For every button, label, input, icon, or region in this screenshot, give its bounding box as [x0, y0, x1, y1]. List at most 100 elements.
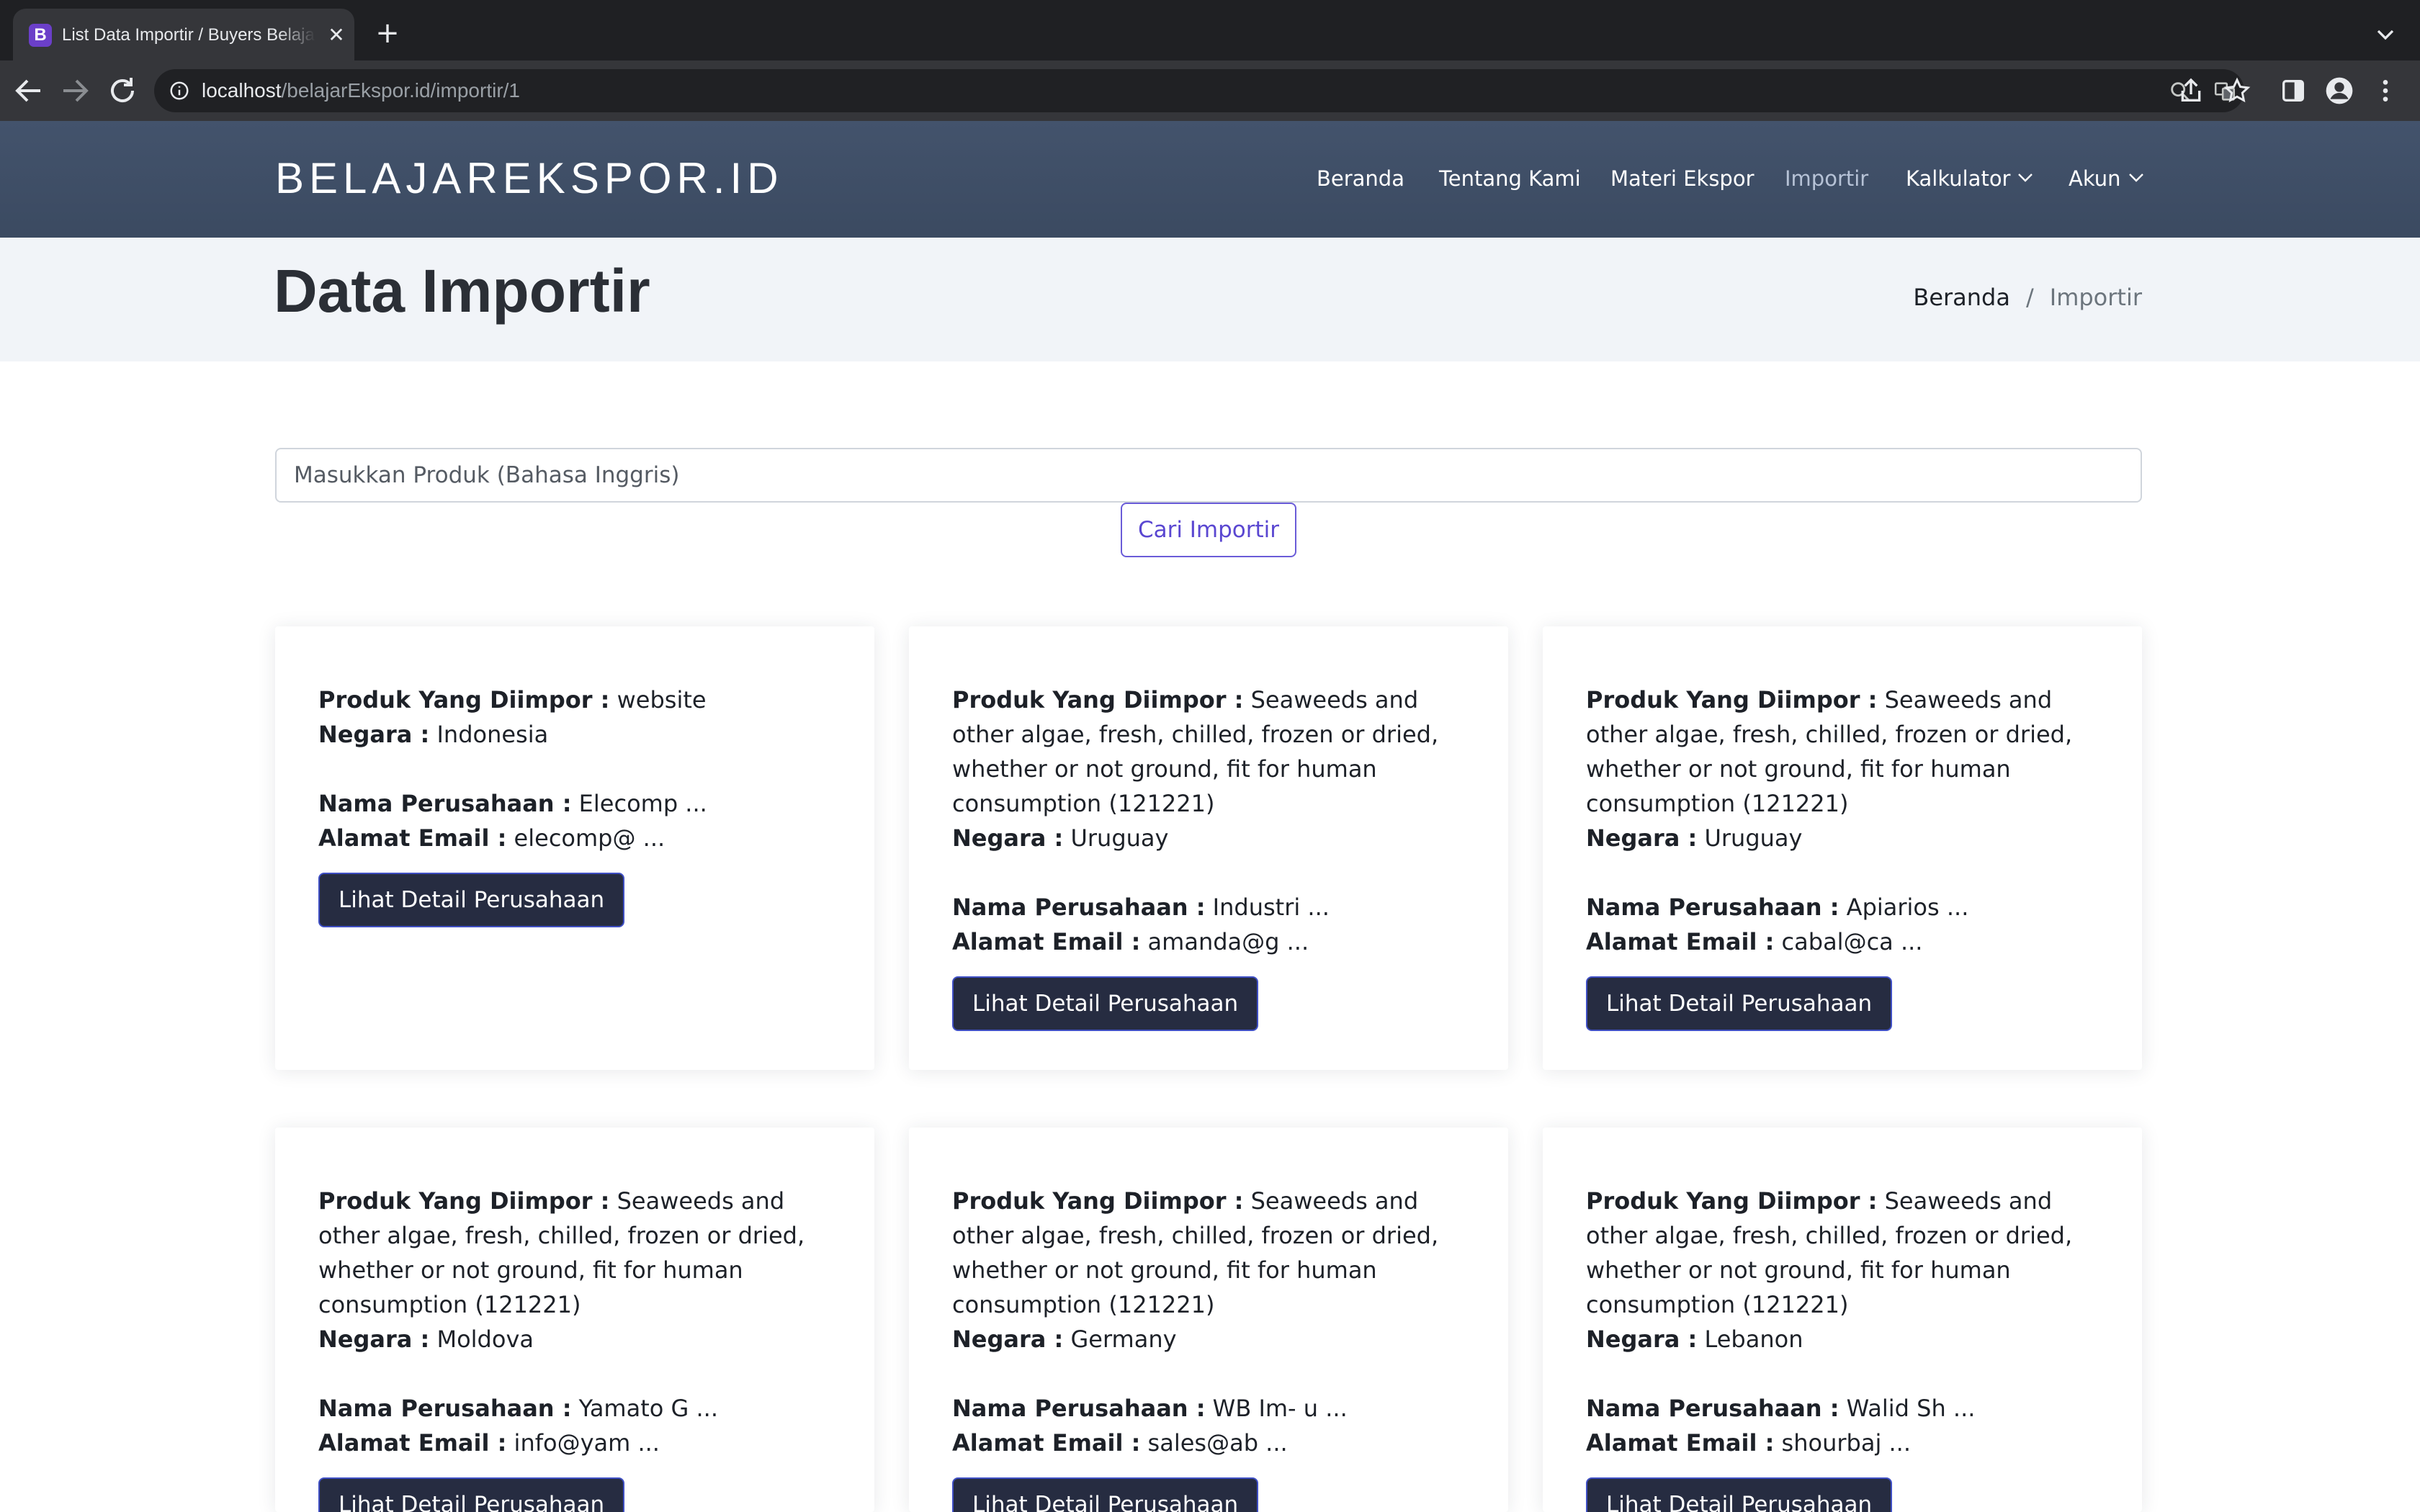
product-line: Produk Yang Diimpor : Seaweeds and other…	[952, 683, 1471, 821]
company-value: Yamato G ...	[578, 1395, 718, 1422]
company-value: Industri ...	[1212, 894, 1330, 921]
country-value: Moldova	[436, 1326, 534, 1353]
view-company-detail-button[interactable]: Lihat Detail Perusahaan	[952, 976, 1259, 1031]
country-line: Negara : Moldova	[318, 1322, 837, 1356]
country-label: Negara :	[318, 1326, 430, 1353]
browser-toolbar: localhost/belajarEkspor.id/importir/1	[0, 60, 2420, 121]
country-value: Lebanon	[1704, 1326, 1803, 1353]
site-favicon-icon: B	[29, 24, 52, 47]
company-line: Nama Perusahaan : Apiarios ...	[1586, 890, 2105, 924]
breadcrumb-separator: /	[2025, 284, 2034, 311]
browser-tab[interactable]: B List Data Importir / Buyers Belajar Ek…	[13, 9, 354, 60]
tab-close-icon[interactable]: ✕	[324, 23, 349, 48]
country-value: Germany	[1070, 1326, 1177, 1353]
country-line: Negara : Germany	[952, 1322, 1471, 1356]
country-label: Negara :	[952, 1326, 1064, 1353]
nav-dropdown-kalkulator[interactable]: Kalkulator	[1906, 164, 2033, 193]
view-company-detail-button[interactable]: Lihat Detail Perusahaan	[318, 873, 625, 927]
importer-card: Produk Yang Diimpor : website Negara : I…	[275, 626, 874, 1070]
product-label: Produk Yang Diimpor :	[1586, 686, 1878, 714]
profile-avatar-icon[interactable]	[2325, 76, 2354, 105]
country-line: Negara : Uruguay	[952, 821, 1471, 855]
product-label: Produk Yang Diimpor :	[952, 686, 1244, 714]
country-label: Negara :	[1586, 1326, 1698, 1353]
email-line: Alamat Email : cabal@ca ...	[1586, 924, 2105, 959]
address-bar[interactable]: localhost/belajarEkspor.id/importir/1	[154, 69, 2244, 112]
nav-link-importir[interactable]: Importir	[1785, 164, 1868, 193]
brand-logo-text[interactable]: BELAJAREKSPOR.ID	[275, 153, 784, 204]
product-line: Produk Yang Diimpor : Seaweeds and other…	[952, 1184, 1471, 1322]
view-company-detail-button[interactable]: Lihat Detail Perusahaan	[1586, 976, 1893, 1031]
chevron-down-icon	[2018, 174, 2033, 182]
email-line: Alamat Email : amanda@g ...	[952, 924, 1471, 959]
new-tab-icon[interactable]: +	[372, 17, 403, 49]
product-line: Produk Yang Diimpor : Seaweeds and other…	[1586, 683, 2105, 821]
tab-search-chevron-icon[interactable]	[2371, 20, 2400, 49]
company-label: Nama Perusahaan :	[318, 790, 572, 817]
email-line: Alamat Email : info@yam ...	[318, 1426, 837, 1460]
company-label: Nama Perusahaan :	[1586, 1395, 1839, 1422]
email-label: Alamat Email :	[318, 1429, 507, 1457]
email-line: Alamat Email : shourbaj ...	[1586, 1426, 2105, 1460]
nav-dropdown-akun[interactable]: Akun	[2069, 164, 2144, 193]
back-arrow-icon[interactable]	[12, 73, 46, 108]
product-line: Produk Yang Diimpor : website	[318, 683, 837, 717]
country-line: Negara : Uruguay	[1586, 821, 2105, 855]
company-value: Walid Sh ...	[1846, 1395, 1976, 1422]
forward-arrow-icon[interactable]	[58, 73, 92, 108]
nav-link-tentang-kami[interactable]: Tentang Kami	[1439, 164, 1581, 193]
country-line: Negara : Indonesia	[318, 717, 837, 752]
nav-link-materi-ekspor[interactable]: Materi Ekspor	[1610, 164, 1754, 193]
view-company-detail-button[interactable]: Lihat Detail Perusahaan	[1586, 1477, 1893, 1512]
country-line: Negara : Lebanon	[1586, 1322, 2105, 1356]
company-value: WB Im- u ...	[1212, 1395, 1348, 1422]
country-value: Indonesia	[436, 721, 549, 748]
nav-dropdown-akun-label: Akun	[2069, 166, 2121, 191]
importer-card: Produk Yang Diimpor : Seaweeds and other…	[275, 1128, 874, 1512]
breadcrumb-link-beranda[interactable]: Beranda	[1913, 284, 2010, 311]
view-company-detail-button[interactable]: Lihat Detail Perusahaan	[318, 1477, 625, 1512]
site-info-icon[interactable]	[169, 80, 190, 102]
browser-tab-strip: B List Data Importir / Buyers Belajar Ek…	[0, 0, 2420, 60]
company-line: Nama Perusahaan : Elecomp ...	[318, 786, 837, 821]
company-value: Elecomp ...	[578, 790, 707, 817]
breadcrumb-current: Importir	[2049, 284, 2142, 311]
importer-card: Produk Yang Diimpor : Seaweeds and other…	[909, 1128, 1508, 1512]
email-label: Alamat Email :	[952, 928, 1141, 955]
product-line: Produk Yang Diimpor : Seaweeds and other…	[1586, 1184, 2105, 1322]
importer-card: Produk Yang Diimpor : Seaweeds and other…	[1543, 1128, 2142, 1512]
company-line: Nama Perusahaan : Industri ...	[952, 890, 1471, 924]
reload-icon[interactable]	[105, 73, 140, 108]
breadcrumb: Beranda / Importir	[1913, 282, 2142, 312]
product-label: Produk Yang Diimpor :	[318, 686, 610, 714]
side-panel-icon[interactable]	[2279, 76, 2308, 105]
email-label: Alamat Email :	[318, 824, 507, 852]
product-search-input[interactable]	[275, 448, 2142, 503]
product-label: Produk Yang Diimpor :	[1586, 1187, 1878, 1215]
company-label: Nama Perusahaan :	[952, 1395, 1206, 1422]
nav-link-beranda[interactable]: Beranda	[1317, 164, 1404, 193]
country-value: Uruguay	[1704, 824, 1803, 852]
company-label: Nama Perusahaan :	[952, 894, 1206, 921]
menu-dots-icon[interactable]	[2371, 76, 2400, 105]
company-line: Nama Perusahaan : WB Im- u ...	[952, 1391, 1471, 1426]
product-value: website	[617, 686, 707, 714]
country-value: Uruguay	[1070, 824, 1169, 852]
email-value: sales@ab ...	[1147, 1429, 1288, 1457]
email-value: info@yam ...	[514, 1429, 660, 1457]
email-line: Alamat Email : sales@ab ...	[952, 1426, 1471, 1460]
view-company-detail-button[interactable]: Lihat Detail Perusahaan	[952, 1477, 1259, 1512]
share-icon[interactable]	[2177, 76, 2205, 105]
search-importer-button[interactable]: Cari Importir	[1121, 503, 1296, 557]
email-label: Alamat Email :	[1586, 928, 1775, 955]
chevron-down-icon	[2128, 174, 2143, 182]
email-label: Alamat Email :	[1586, 1429, 1775, 1457]
product-line: Produk Yang Diimpor : Seaweeds and other…	[318, 1184, 837, 1322]
product-label: Produk Yang Diimpor :	[952, 1187, 1244, 1215]
company-label: Nama Perusahaan :	[318, 1395, 572, 1422]
bookmark-star-icon[interactable]	[2223, 76, 2251, 105]
